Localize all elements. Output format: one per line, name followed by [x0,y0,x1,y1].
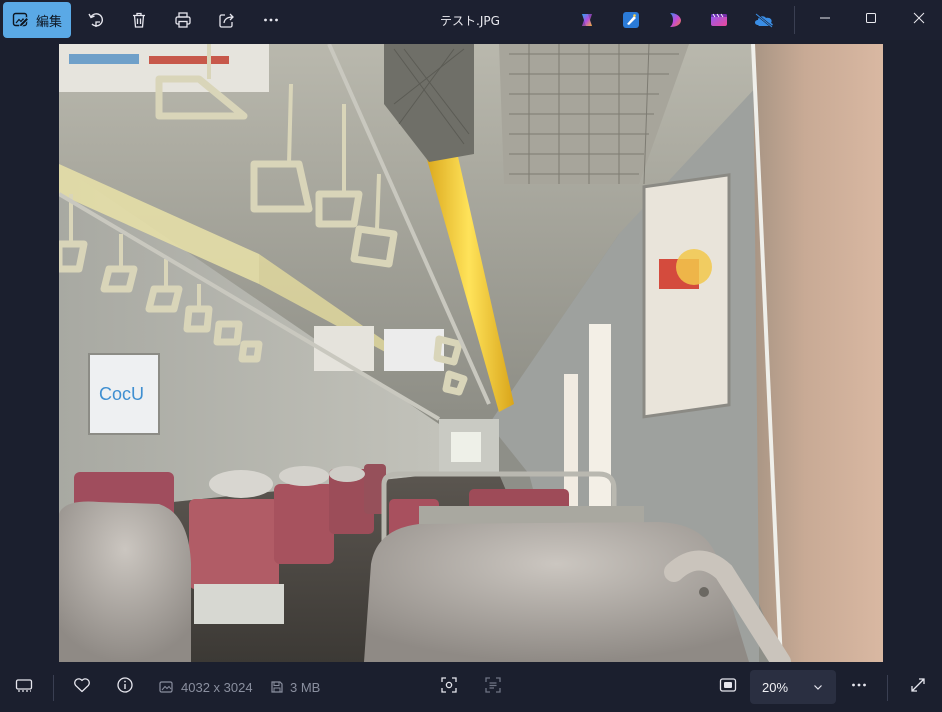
text-scan-button[interactable] [478,672,508,702]
dimensions-text: 4032 x 3024 [181,679,253,695]
print-icon [174,11,192,29]
zoom-dropdown[interactable]: 20% [750,670,836,704]
window-title: テスト.JPG [440,13,500,28]
file-size-icon [270,680,284,694]
video-editor-icon[interactable] [710,11,728,29]
minimize-icon [819,11,831,29]
fullscreen-button[interactable] [903,672,933,702]
filmstrip-icon [15,677,33,698]
photo-viewer-image[interactable]: CocU [59,44,883,662]
print-button[interactable] [168,2,198,38]
close-button[interactable] [896,0,942,40]
clipchamp-icon[interactable] [666,11,684,29]
fullscreen-icon [909,676,927,699]
chevron-down-icon [812,681,824,696]
info-icon [116,676,134,699]
status-divider [53,675,54,701]
maximize-icon [865,11,877,29]
share-icon [218,11,236,29]
image-size-icon [159,680,175,694]
svg-text:CocU: CocU [99,384,144,404]
minimize-button[interactable] [802,0,848,40]
status-divider [887,675,888,701]
rotate-icon [87,11,105,29]
delete-icon [130,11,148,29]
favorite-button[interactable] [67,672,97,702]
close-icon [913,11,925,29]
fit-to-window-button[interactable] [713,672,743,702]
status-bar: 4032 x 3024 3 MB 20% [0,662,942,712]
fit-to-window-icon [719,677,737,698]
zoom-value: 20% [762,679,789,695]
filmstrip-button[interactable] [9,672,39,702]
more-options-button[interactable] [256,2,286,38]
more-icon [850,676,868,699]
visual-search-button[interactable] [434,672,464,702]
delete-button[interactable] [124,2,154,38]
visual-search-icon [440,676,458,699]
edit-image-icon [12,11,30,29]
more-options-bottom-button[interactable] [844,672,874,702]
onedrive-icon[interactable] [753,11,775,29]
text-scan-icon [484,676,502,699]
title-bar: 編集 テスト.JPG [0,0,942,40]
file-info-button[interactable] [110,672,140,702]
file-size-text: 3 MB [290,679,321,695]
favorite-icon [73,677,91,698]
edit-label: 編集 [35,14,62,30]
toolbar-divider [794,6,795,34]
file-size: 3 MB [270,679,320,695]
image-dimensions: 4032 x 3024 [159,679,253,695]
more-icon [262,11,280,29]
copilot-icon[interactable] [578,11,596,29]
rotate-button[interactable] [81,2,111,38]
maximize-button[interactable] [848,0,894,40]
paint-icon[interactable] [622,11,640,29]
edit-button[interactable]: 編集 [3,2,71,38]
share-button[interactable] [212,2,242,38]
